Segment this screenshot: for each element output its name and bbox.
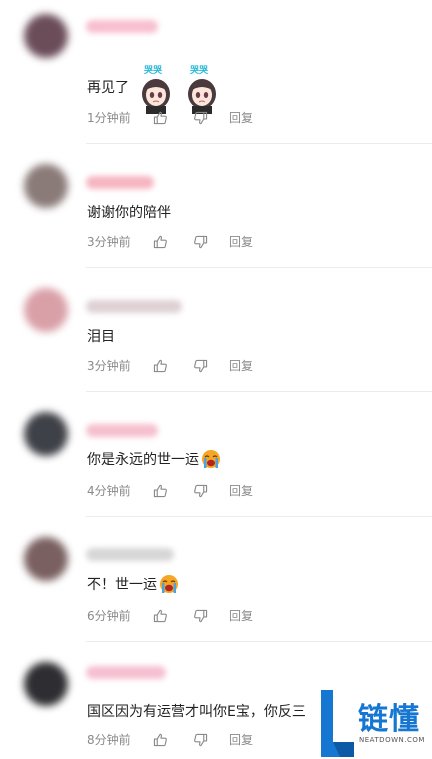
comment-meta: 1分钟前 回复 xyxy=(87,109,253,126)
like-button[interactable] xyxy=(153,484,193,498)
comment-text: 国区因为有运营才叫你E宝，你反三 xyxy=(87,704,306,720)
username-blurred[interactable] xyxy=(86,424,158,437)
comment-text: 再见了 哭哭 哭哭 xyxy=(87,62,221,114)
thumbs-down-icon xyxy=(194,235,208,248)
comment-item: 不！世一运 6分钟前 回复 xyxy=(0,517,432,642)
comment-text-content: 你是永远的世一运 xyxy=(87,452,199,468)
dislike-button[interactable] xyxy=(193,235,229,249)
avatar[interactable] xyxy=(24,537,68,581)
username-blurred[interactable] xyxy=(86,548,174,561)
comment-item: 再见了 哭哭 哭哭 1分钟前 回复 xyxy=(0,0,432,144)
comment-time: 3分钟前 xyxy=(87,235,131,249)
comment-text: 泪目 xyxy=(87,329,115,345)
comment-time: 6分钟前 xyxy=(87,609,131,623)
like-button[interactable] xyxy=(153,235,193,249)
reply-button[interactable]: 回复 xyxy=(229,731,253,748)
logo-l-mark xyxy=(321,690,354,757)
comment-text-content: 不！世一运 xyxy=(87,577,157,593)
thumbs-down-icon xyxy=(194,111,208,124)
comment-meta: 4分钟前 回复 xyxy=(87,482,253,499)
crying-emoji xyxy=(201,449,221,469)
like-button[interactable] xyxy=(153,359,193,373)
reply-button[interactable]: 回复 xyxy=(229,482,253,499)
reply-button[interactable]: 回复 xyxy=(229,357,253,374)
dislike-button[interactable] xyxy=(193,359,229,373)
dislike-button[interactable] xyxy=(193,484,229,498)
dislike-button[interactable] xyxy=(193,111,229,125)
comment-item: 你是永远的世一运 4分钟前 回复 xyxy=(0,392,432,517)
crying-anime-girl-sticker: 哭哭 xyxy=(137,64,175,114)
logo-subtext: NEATDOWN.COM xyxy=(359,736,425,744)
thumbs-up-icon xyxy=(153,609,167,622)
comment-time: 8分钟前 xyxy=(87,733,131,747)
dislike-button[interactable] xyxy=(193,609,229,623)
crying-emoji xyxy=(159,574,179,594)
comment-time: 1分钟前 xyxy=(87,111,131,125)
thumbs-up-icon xyxy=(153,733,167,746)
avatar[interactable] xyxy=(24,14,68,58)
comment-text-content: 再见了 xyxy=(87,80,129,96)
like-button[interactable] xyxy=(153,733,193,747)
comment-time: 4分钟前 xyxy=(87,484,131,498)
comment-meta: 3分钟前 回复 xyxy=(87,357,253,374)
avatar[interactable] xyxy=(24,662,68,706)
avatar[interactable] xyxy=(24,412,68,456)
username-blurred[interactable] xyxy=(86,176,154,189)
thumbs-down-icon xyxy=(194,359,208,372)
username-blurred[interactable] xyxy=(86,20,158,33)
username-blurred[interactable] xyxy=(86,666,166,679)
thumbs-down-icon xyxy=(194,733,208,746)
dislike-button[interactable] xyxy=(193,733,229,747)
comment-time: 3分钟前 xyxy=(87,359,131,373)
reply-button[interactable]: 回复 xyxy=(229,607,253,624)
username-blurred[interactable] xyxy=(86,300,182,313)
comment-item: 谢谢你的陪伴 3分钟前 回复 xyxy=(0,144,432,268)
avatar[interactable] xyxy=(24,288,68,332)
comment-text: 谢谢你的陪伴 xyxy=(87,205,171,221)
comment-meta: 3分钟前 回复 xyxy=(87,233,253,250)
comment-meta: 8分钟前 回复 xyxy=(87,731,253,748)
svg-text:哭哭: 哭哭 xyxy=(143,65,163,76)
thumbs-up-icon xyxy=(153,359,167,372)
thumbs-up-icon xyxy=(153,111,167,124)
avatar[interactable] xyxy=(24,164,68,208)
thumbs-up-icon xyxy=(153,235,167,248)
crying-anime-girl-sticker: 哭哭 xyxy=(183,64,221,114)
comment-text: 不！世一运 xyxy=(87,574,179,594)
reply-button[interactable]: 回复 xyxy=(229,233,253,250)
like-button[interactable] xyxy=(153,609,193,623)
watermark-logo: 链懂 NEATDOWN.COM xyxy=(318,688,432,759)
comment-item: 泪目 3分钟前 回复 xyxy=(0,268,432,392)
thumbs-down-icon xyxy=(194,609,208,622)
comment-text: 你是永远的世一运 xyxy=(87,449,221,469)
svg-text:哭哭: 哭哭 xyxy=(189,65,209,76)
thumbs-down-icon xyxy=(194,484,208,497)
comment-meta: 6分钟前 回复 xyxy=(87,607,253,624)
logo-text: 链懂 xyxy=(358,702,420,737)
like-button[interactable] xyxy=(153,111,193,125)
thumbs-up-icon xyxy=(153,484,167,497)
reply-button[interactable]: 回复 xyxy=(229,109,253,126)
